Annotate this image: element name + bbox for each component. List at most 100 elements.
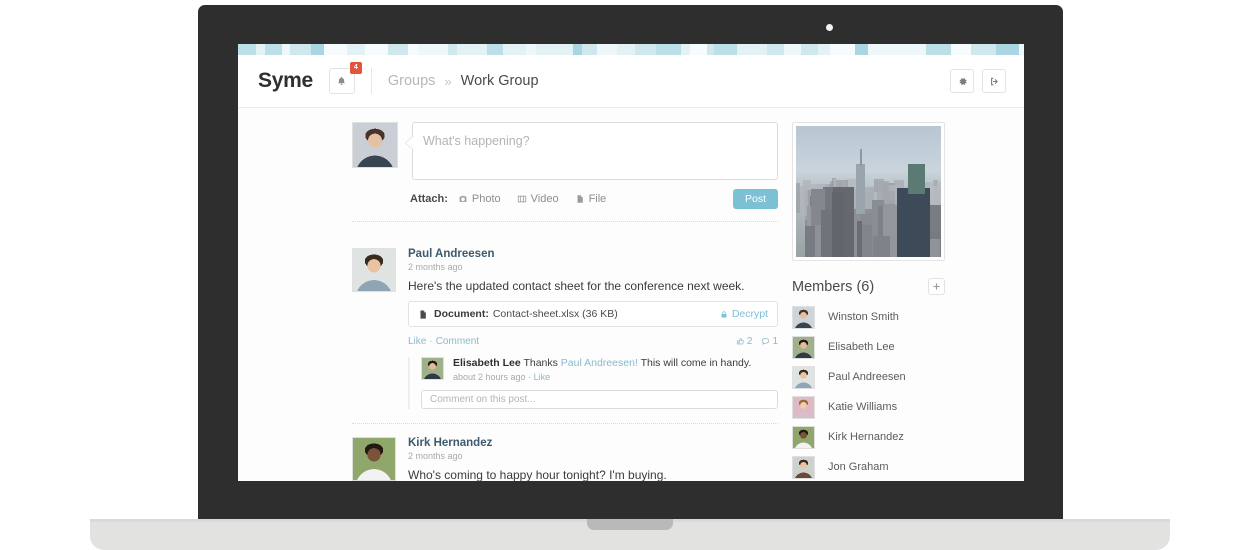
comment-line: Elisabeth Lee Thanks Paul Andreesen! Thi… (453, 357, 751, 369)
post-item: Paul Andreesen 2 months ago Here's the u… (352, 235, 778, 424)
member-avatar (792, 305, 815, 329)
attach-file-label: File (588, 193, 607, 205)
post-attachment[interactable]: Document: Contact-sheet.xlsx (36 KB) Dec… (408, 301, 778, 327)
post-timestamp: 2 months ago (408, 451, 463, 461)
attach-file-button[interactable]: File (575, 193, 607, 205)
members-list: Winston Smith Elisabeth Lee Paul Andreesen… (792, 302, 990, 481)
post-author-name[interactable]: Paul Andreesen (408, 248, 778, 260)
attach-label: Attach: (410, 193, 448, 205)
post-text: Here's the updated contact sheet for the… (408, 279, 745, 293)
comment-like-button[interactable]: Like (534, 372, 551, 382)
plus-icon (933, 283, 940, 290)
header-divider (370, 68, 372, 94)
comment-input-placeholder: Comment on this post... (430, 394, 536, 405)
comment-text-after: This will come in handy. (640, 357, 752, 369)
comment-button[interactable]: Comment (436, 336, 479, 347)
breadcrumb-current: Work Group (460, 73, 539, 89)
comment-count[interactable]: 1 (761, 336, 778, 347)
member-avatar (792, 455, 815, 479)
breadcrumb: Groups » Work Group (388, 73, 539, 89)
group-sidebar: Members (6) Winston Smith Elisabeth Lee Pa… (778, 122, 990, 481)
notifications-button[interactable]: 4 (328, 62, 362, 94)
logout-icon (990, 77, 998, 85)
notification-badge: 4 (349, 62, 362, 74)
like-count[interactable]: 2 (736, 336, 753, 347)
film-icon (517, 195, 526, 203)
feed-column: What's happening? Attach: Photo Video Fi… (258, 122, 778, 481)
comment-text-before: Thanks (523, 357, 558, 369)
post-composer: What's happening? Attach: Photo Video Fi… (352, 122, 778, 222)
post-author-avatar[interactable] (352, 437, 396, 481)
app-header: Syme 4 Groups » Work Group (238, 55, 1024, 108)
attachment-type-label: Document: (434, 308, 489, 320)
breadcrumb-groups[interactable]: Groups (388, 73, 436, 89)
post-actions: Like · Comment 2 1 (408, 336, 778, 347)
comment-input[interactable]: Comment on this post... (421, 390, 778, 409)
member-name: Paul Andreesen (828, 371, 906, 383)
member-avatar (792, 395, 815, 419)
post-text: Who's coming to happy hour tonight? I'm … (408, 468, 667, 481)
settings-button[interactable] (950, 69, 974, 93)
city-skyline-photo (796, 126, 941, 257)
comment-author-name[interactable]: Elisabeth Lee (453, 357, 521, 369)
member-name: Katie Williams (828, 401, 898, 413)
post-timestamp: 2 months ago (408, 262, 463, 272)
file-icon (577, 195, 583, 203)
decrypt-button[interactable]: Decrypt (720, 308, 768, 320)
attach-video-button[interactable]: Video (517, 193, 559, 205)
post-button[interactable]: Post (732, 189, 778, 209)
header-actions (950, 69, 1006, 93)
comment-meta-separator: · (528, 372, 532, 382)
members-title: Members (6) (792, 278, 875, 295)
group-cover-photo (792, 122, 945, 261)
comment-mention[interactable]: Paul Andreesen! (561, 357, 638, 369)
post-author-avatar[interactable] (352, 248, 396, 292)
member-avatar (792, 365, 815, 389)
logout-button[interactable] (982, 69, 1006, 93)
comment-meta: about 2 hours ago · Like (453, 372, 751, 382)
member-avatar (792, 335, 815, 359)
like-button[interactable]: Like (408, 336, 426, 347)
attachment-filename: Contact-sheet.xlsx (36 KB) (492, 308, 618, 320)
composer-divider (352, 221, 778, 222)
decrypt-label: Decrypt (731, 308, 768, 320)
add-member-button[interactable] (928, 278, 945, 295)
member-row[interactable]: Kirk Hernandez (792, 422, 990, 452)
webcam-dot (826, 24, 833, 31)
lock-icon (721, 310, 727, 317)
document-icon (420, 309, 426, 319)
member-row[interactable]: Elisabeth Lee (792, 332, 990, 362)
screenshot-stage: Syme 4 Groups » Work Group What's happen… (0, 0, 1250, 550)
composer-placeholder: What's happening? (423, 134, 530, 148)
camera-icon (459, 195, 467, 202)
member-name: Kirk Hernandez (828, 431, 904, 443)
member-name: Elisabeth Lee (828, 341, 895, 353)
comment-list: Elisabeth Lee Thanks Paul Andreesen! Thi… (408, 357, 778, 409)
member-row[interactable]: Katie Williams (792, 392, 990, 422)
current-user-avatar (352, 122, 398, 168)
members-header: Members (6) (792, 278, 945, 295)
laptop-base-notch (587, 519, 673, 530)
comment-item: Elisabeth Lee Thanks Paul Andreesen! Thi… (421, 357, 778, 382)
post-counts: 2 1 (736, 336, 778, 347)
breadcrumb-separator-icon: » (444, 73, 452, 89)
speech-bubble-icon (762, 338, 770, 345)
action-separator: · (429, 336, 433, 347)
bell-icon (338, 76, 346, 85)
comment-author-avatar[interactable] (421, 357, 444, 380)
member-row[interactable]: Paul Andreesen (792, 362, 990, 392)
attach-row: Attach: Photo Video File Post (410, 189, 778, 209)
composer-input[interactable]: What's happening? (405, 122, 778, 180)
member-row[interactable]: Winston Smith (792, 302, 990, 332)
like-count-value: 2 (746, 336, 753, 347)
member-name: Winston Smith (828, 311, 899, 323)
thumbs-up-icon (736, 338, 744, 345)
post-item: Kirk Hernandez 2 months ago Who's coming… (352, 424, 778, 481)
member-row[interactable]: Jon Graham (792, 452, 990, 481)
gear-icon (959, 77, 967, 85)
attach-photo-label: Photo (471, 193, 501, 205)
attach-photo-button[interactable]: Photo (458, 193, 501, 205)
post-author-name[interactable]: Kirk Hernandez (408, 437, 778, 449)
app-body: What's happening? Attach: Photo Video Fi… (238, 108, 1024, 481)
comment-timestamp: about 2 hours ago (453, 372, 526, 382)
